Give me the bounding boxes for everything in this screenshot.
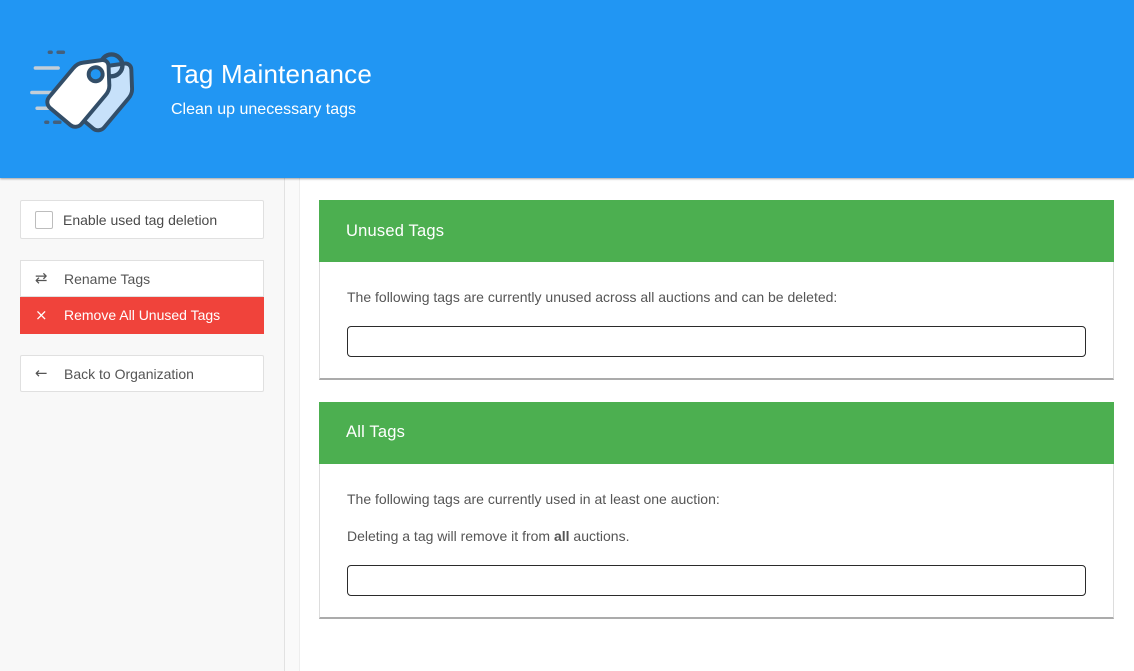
unused-tags-panel-body: The following tags are currently unused … bbox=[319, 262, 1114, 380]
sidebar: Enable used tag deletion ⇄ Rename Tags ×… bbox=[0, 178, 285, 671]
swap-arrows-icon: ⇄ bbox=[35, 271, 55, 286]
all-tags-panel-header: All Tags bbox=[319, 402, 1114, 464]
back-to-organization-button[interactable]: ← Back to Organization bbox=[20, 355, 264, 392]
note-bold: all bbox=[554, 528, 570, 544]
all-tags-description: The following tags are currently used in… bbox=[347, 491, 1086, 508]
all-tags-panel: All Tags The following tags are currentl… bbox=[319, 402, 1114, 620]
sidebar-gutter bbox=[285, 178, 300, 671]
note-prefix: Deleting a tag will remove it from bbox=[347, 528, 554, 544]
unused-tags-panel-title: Unused Tags bbox=[346, 222, 444, 241]
tags-icon bbox=[30, 39, 137, 139]
back-to-organization-label: Back to Organization bbox=[64, 366, 194, 382]
enable-used-tag-deletion-label: Enable used tag deletion bbox=[63, 212, 217, 228]
all-tags-panel-title: All Tags bbox=[346, 423, 405, 442]
note-suffix: auctions. bbox=[570, 528, 630, 544]
all-tags-delete-note: Deleting a tag will remove it from all a… bbox=[347, 528, 1086, 545]
close-icon: × bbox=[35, 308, 55, 323]
remove-all-unused-tags-label: Remove All Unused Tags bbox=[64, 307, 220, 323]
unused-tags-description: The following tags are currently unused … bbox=[347, 289, 1086, 306]
unused-tags-input[interactable] bbox=[347, 326, 1086, 357]
page-title: Tag Maintenance bbox=[171, 59, 372, 90]
all-tags-panel-body: The following tags are currently used in… bbox=[319, 464, 1114, 620]
rename-tags-button[interactable]: ⇄ Rename Tags bbox=[20, 260, 264, 297]
app-header: Tag Maintenance Clean up unecessary tags bbox=[0, 0, 1134, 178]
page-subtitle: Clean up unecessary tags bbox=[171, 101, 372, 119]
back-arrow-icon: ← bbox=[35, 366, 55, 381]
unused-tags-panel-header: Unused Tags bbox=[319, 200, 1114, 262]
all-tags-input[interactable] bbox=[347, 565, 1086, 596]
enable-used-tag-deletion-option[interactable]: Enable used tag deletion bbox=[20, 200, 264, 239]
tag-actions-group: ⇄ Rename Tags × Remove All Unused Tags bbox=[20, 260, 264, 334]
remove-all-unused-tags-button[interactable]: × Remove All Unused Tags bbox=[20, 297, 264, 334]
unused-tags-panel: Unused Tags The following tags are curre… bbox=[319, 200, 1114, 380]
enable-used-tag-deletion-checkbox[interactable] bbox=[35, 211, 53, 229]
main-content: Unused Tags The following tags are curre… bbox=[300, 178, 1134, 671]
rename-tags-label: Rename Tags bbox=[64, 271, 150, 287]
